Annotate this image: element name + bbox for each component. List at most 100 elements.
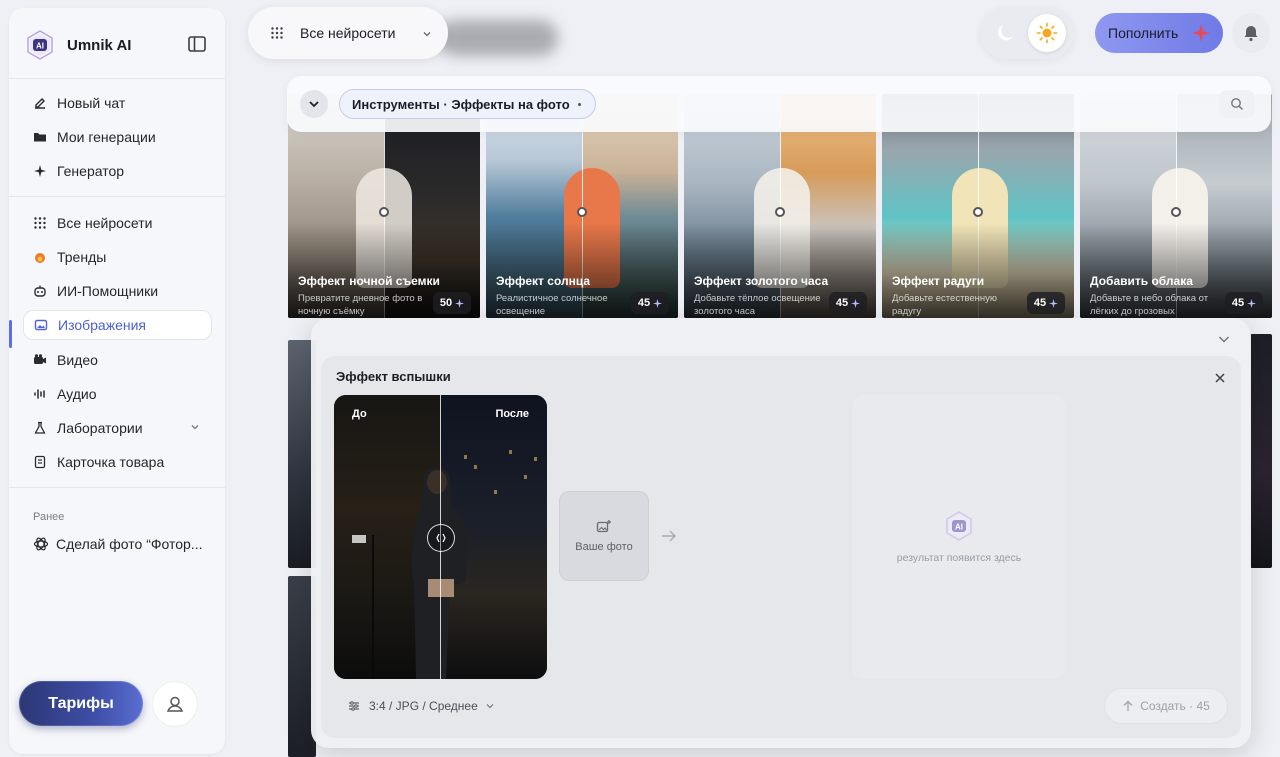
price-value: 50 [439,297,453,309]
tariffs-button[interactable]: Тарифы [19,681,143,726]
divider [9,196,225,197]
card-peek [1250,334,1272,568]
card-description: Добавьте тёплое освещение золотого часа [694,293,821,317]
card-title: Эффект солнца [496,274,591,288]
result-placeholder: AI результат появится здесь [852,395,1066,679]
close-icon[interactable] [1213,371,1227,385]
effect-title: Эффект вспышки [336,369,451,384]
chevron-down-icon [486,704,494,709]
notifications-button[interactable] [1232,13,1270,53]
nav-generator[interactable]: Генератор [23,156,212,186]
app-name: Umnik AI [67,36,132,54]
card-description: Добавьте естественную радугу [892,293,998,317]
compare-handle[interactable] [1171,207,1181,217]
add-image-icon [596,520,611,533]
history-item[interactable]: Сделай фото “Фотор... [33,533,213,555]
nav-label: ИИ-Помощники [57,283,159,299]
effect-modal: Эффект вспышки До После Ваше фото AI рез… [311,318,1251,748]
search-icon [1231,98,1243,110]
nav-label: Изображения [58,317,146,333]
nav-all-models[interactable]: Все нейросети [23,208,212,238]
sun-icon [1036,22,1058,44]
nav-labs[interactable]: Лаборатории [23,413,212,443]
effect-panel: Эффект вспышки До После Ваше фото AI рез… [321,356,1241,738]
before-label: До [352,408,367,420]
nav-label: Видео [57,352,98,368]
drag-arrows-icon [436,533,446,543]
video-icon [34,354,46,364]
category-chip-label: Инструменты · Эффекты на фото [352,96,570,112]
card-title: Эффект золотого часа [694,274,829,288]
format-select[interactable]: 3:4 / JPG / Среднее [348,698,494,714]
topup-label: Пополнить [1108,25,1179,41]
card-price: 45 [1027,292,1065,314]
compare-handle[interactable] [973,207,983,217]
image-icon [34,319,48,331]
nav-my-generations[interactable]: Мои генерации [23,122,212,152]
compare-handle[interactable] [775,207,785,217]
card-title: Добавить облака [1090,274,1193,288]
user-icon [166,696,184,712]
fire-icon [35,253,45,263]
category-chip[interactable]: Инструменты · Эффекты на фото [339,89,596,119]
grid-dots-icon [271,27,283,39]
upload-label: Ваше фото [575,541,633,553]
nav-trends[interactable]: Тренды [23,242,212,272]
earlier-heading: Ранее [33,511,65,523]
collapse-button[interactable] [300,90,328,118]
moon-icon[interactable] [993,20,1019,46]
card-price: 45 [829,292,867,314]
sparkle-icon [1049,298,1059,308]
compare-handle[interactable] [427,524,455,552]
nav-images[interactable]: Изображения [23,310,212,340]
topup-button[interactable]: Пополнить [1095,13,1223,53]
logo-icon: AI [946,511,972,541]
sparkle-icon [34,165,46,177]
sidebar: AI Umnik AI Новый чат Мои генерации Гене… [9,8,225,754]
flask-icon [34,421,46,434]
card-price: 45 [631,292,669,314]
nav-product-card[interactable]: Карточка товара [23,447,212,477]
nav-new-chat[interactable]: Новый чат [23,88,212,118]
sparkle-icon [653,298,663,308]
pencil-icon [35,98,45,109]
nav-label: Тренды [57,249,107,265]
sparkle-icon [1247,298,1257,308]
nav-label: Лаборатории [57,420,143,436]
create-label: Создать · 45 [1140,699,1210,713]
nav-label: Аудио [57,386,97,402]
nav-assistants[interactable]: ИИ-Помощники [23,276,212,306]
sliders-icon [349,701,359,711]
chevron-down-icon [309,101,319,108]
price-value: 45 [637,297,651,309]
svg-text:AI: AI [955,523,963,532]
audio-wave-icon [34,389,45,399]
nav-video[interactable]: Видео [23,345,212,375]
chevron-down-icon[interactable] [1217,332,1231,346]
tools-bar: Инструменты · Эффекты на фото [287,76,1271,132]
search-button[interactable] [1219,90,1255,118]
sun-button[interactable] [1028,14,1066,52]
history-item-label: Сделай фото “Фотор... [56,536,203,552]
create-button[interactable]: Создать · 45 [1104,688,1228,724]
compare-handle[interactable] [379,207,389,217]
upload-photo-button[interactable]: Ваше фото [559,491,649,581]
compare-handle[interactable] [577,207,587,217]
card-price: 45 [1225,292,1263,314]
arrow-up-icon [1123,700,1133,711]
nav-label: Все нейросети [57,215,153,231]
grid-dots-icon [34,217,46,229]
card-description: Добавьте в небо облака от лёгких до гроз… [1090,293,1209,317]
sparkle-icon [455,298,465,308]
svg-text:AI: AI [36,42,44,51]
sparkle-icon [1192,24,1210,42]
sidebar-toggle-icon[interactable] [187,34,207,54]
nav-audio[interactable]: Аудио [23,379,212,409]
brand[interactable]: AI Umnik AI [25,30,131,60]
sparkle-icon [851,298,861,308]
chatgpt-icon [33,537,49,551]
nav-label: Генератор [57,163,125,179]
model-select[interactable]: Все нейросети [248,7,448,59]
profile-button[interactable] [152,681,198,727]
chevron-down-icon[interactable] [190,422,200,432]
